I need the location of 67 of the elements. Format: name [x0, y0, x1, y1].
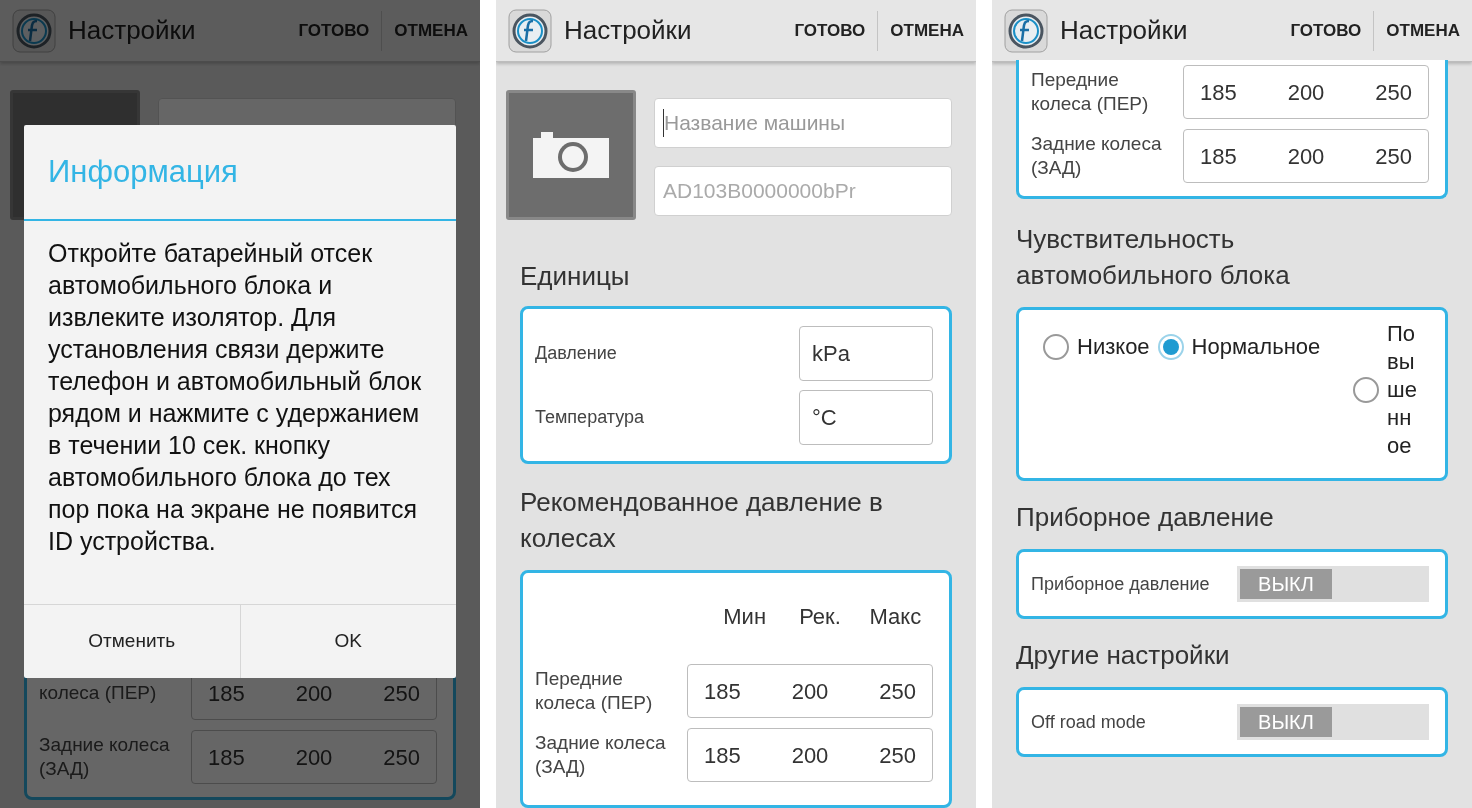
section-heading: Приборное давление	[1016, 501, 1275, 534]
radio-button[interactable]	[1353, 377, 1379, 403]
setting-label: Off road mode	[1031, 710, 1147, 734]
pressure-value: 185	[704, 677, 741, 706]
screen-title: Настройки	[1060, 14, 1189, 47]
pressure-value: 200	[295, 679, 333, 708]
pressure-value: 185	[1200, 78, 1237, 107]
pressure-value: 200	[1287, 78, 1325, 107]
column-heading: Макс	[868, 602, 923, 631]
dialog-button[interactable]: OK	[239, 605, 456, 678]
toggle-thumb: ВЫКЛ	[1240, 707, 1332, 737]
radio-button[interactable]	[1157, 334, 1184, 360]
setting-label: Приборное давление	[1031, 572, 1211, 596]
column-heading: Рек.	[798, 602, 842, 631]
screen-title: Настройки	[68, 14, 197, 47]
section-heading: Чувствительность автомобильного блока	[1016, 223, 1291, 292]
pressure-value: 250	[879, 677, 916, 706]
pressure-value: 200	[791, 677, 829, 706]
text-cursor	[663, 109, 664, 137]
pressure-field[interactable]: 185 200 250	[1183, 65, 1429, 119]
action-button[interactable]: ОТМЕНА	[878, 0, 976, 61]
pressure-value: 185	[704, 741, 741, 770]
placeholder-text: Название машины	[664, 110, 846, 137]
pressure-value: 185	[1200, 142, 1237, 171]
radio-button[interactable]	[1043, 334, 1069, 360]
unit-field[interactable]: °C	[799, 389, 933, 445]
pressure-field[interactable]: 185 200 250	[687, 664, 933, 718]
pressure-value: 250	[383, 679, 420, 708]
unit-label: Температура	[535, 405, 646, 429]
pressure-value: 185	[208, 679, 245, 708]
dialog-message: Откройте батарейный отсек автомобильного блока и извлеките изолятор. Для установления связи держите телефон и автомобильный блок рядом и нажмите с удержанием в течении 10 сек. кнопку автомобильного блока до тех пор пока на экране не появится ID устройства.	[47, 238, 423, 557]
app-logo-icon	[508, 8, 552, 53]
pressure-field[interactable]: 185 200 250	[1183, 129, 1429, 183]
wheel-label: Задние колеса (ЗАД)	[38, 733, 171, 781]
action-button[interactable]: ГОТОВО	[1278, 0, 1374, 61]
section-heading: Рекомендованное давление в колесах	[520, 486, 884, 555]
radio-label: Повышенное	[1387, 320, 1418, 460]
action-button[interactable]: ОТМЕНА	[1374, 0, 1472, 61]
pressure-value: 185	[208, 743, 245, 772]
pressure-value: 250	[1375, 142, 1412, 171]
pressure-value: 200	[295, 743, 333, 772]
action-button[interactable]: ГОТОВО	[782, 0, 878, 61]
pressure-field[interactable]: 185 200 250	[687, 728, 933, 782]
unit-field[interactable]: kPa	[799, 325, 933, 381]
camera-icon	[533, 132, 609, 178]
wheel-label: колеса (ПЕР)	[38, 681, 158, 705]
app-logo-icon	[1004, 8, 1048, 53]
pressure-value: 200	[791, 741, 829, 770]
column-heading: Мин	[722, 602, 768, 631]
section-heading: Другие настройки	[1016, 639, 1231, 672]
toggle-thumb: ВЫКЛ	[1240, 569, 1332, 599]
pressure-value: 250	[383, 743, 420, 772]
section-heading: Единицы	[520, 260, 631, 293]
wheel-label: Задние колеса (ЗАД)	[1030, 132, 1163, 180]
pressure-value: 250	[1375, 78, 1412, 107]
wheel-label: Задние колеса (ЗАД)	[534, 731, 667, 779]
unit-label: Давление	[535, 341, 618, 365]
screen-title: Настройки	[564, 14, 693, 47]
pressure-value: 250	[879, 741, 916, 770]
radio-label: Низкое	[1077, 334, 1150, 360]
app-logo-icon	[12, 8, 56, 53]
pressure-value: 200	[1287, 142, 1325, 171]
radio-label: Нормальное	[1191, 334, 1321, 360]
dialog-title: Информация	[24, 125, 456, 221]
wheel-label: Передние колеса (ПЕР)	[1030, 68, 1150, 116]
car-photo-tile[interactable]	[506, 90, 636, 220]
wheel-label: Передние колеса (ПЕР)	[534, 667, 654, 715]
